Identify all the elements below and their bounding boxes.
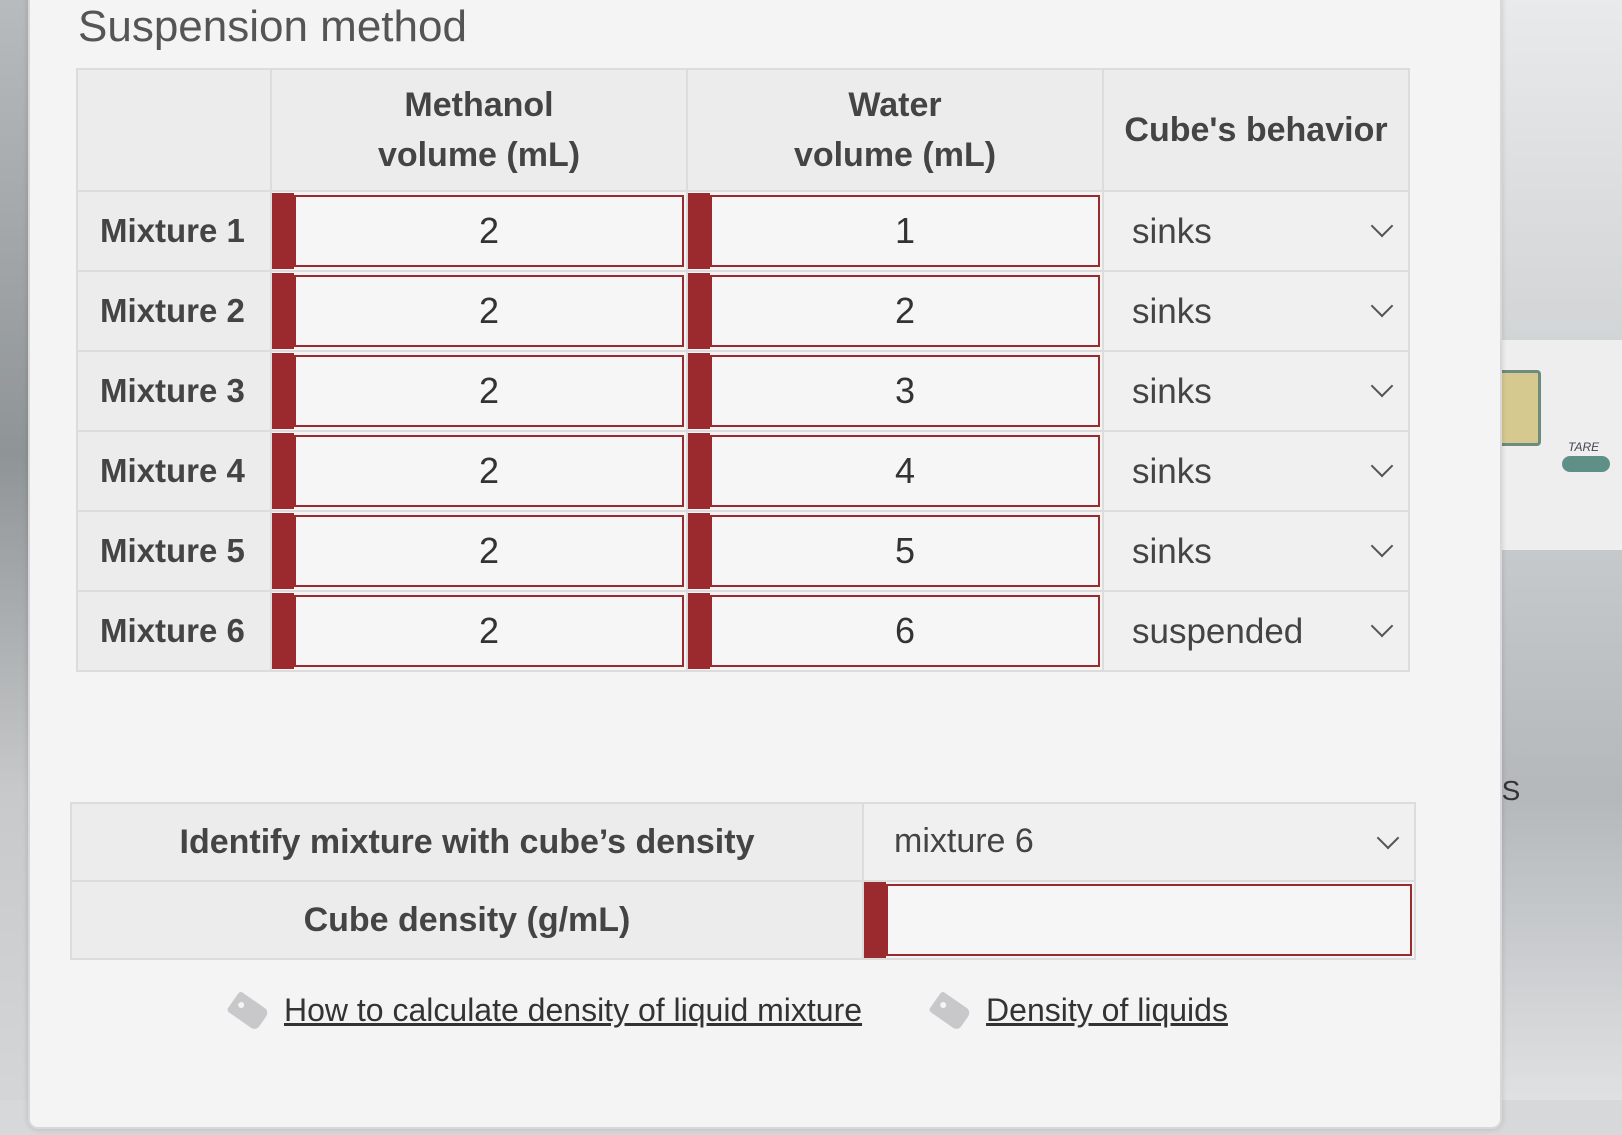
methanol-input[interactable]: 2 [294, 435, 684, 507]
input-marker [688, 513, 710, 589]
behavior-select[interactable]: suspended [1102, 590, 1410, 672]
methanol-cell: 2 [270, 430, 688, 512]
behavior-value: sinks [1132, 372, 1212, 411]
water-cell: 5 [686, 510, 1104, 592]
table-header-row: Methanol volume (mL) Water volume (mL) C… [76, 68, 1410, 192]
corner-header [76, 68, 272, 192]
methanol-header-line2: volume (mL) [377, 136, 581, 174]
water-input[interactable]: 5 [710, 515, 1100, 587]
water-input[interactable]: 4 [710, 435, 1100, 507]
behavior-value: sinks [1132, 452, 1212, 491]
behavior-select[interactable]: sinks [1102, 350, 1410, 432]
water-cell: 4 [686, 430, 1104, 512]
row-label: Mixture 2 [76, 270, 272, 352]
tare-label: TARE [1568, 440, 1600, 454]
input-marker [864, 882, 886, 958]
input-marker [688, 593, 710, 669]
water-input[interactable]: 3 [710, 355, 1100, 427]
input-marker [272, 513, 294, 589]
methanol-cell: 2 [270, 350, 688, 432]
table-row: Mixture 5 2 5 sinks [76, 510, 1410, 592]
row-label: Mixture 4 [76, 430, 272, 512]
input-marker [272, 353, 294, 429]
water-input[interactable]: 2 [710, 275, 1100, 347]
behavior-select[interactable]: sinks [1102, 430, 1410, 512]
methanol-cell: 2 [270, 590, 688, 672]
methanol-cell: 2 [270, 510, 688, 592]
input-marker [688, 193, 710, 269]
water-cell: 2 [686, 270, 1104, 352]
water-cell: 3 [686, 350, 1104, 432]
methanol-input[interactable]: 2 [294, 595, 684, 667]
water-cell: 6 [686, 590, 1104, 672]
water-cell: 1 [686, 190, 1104, 272]
input-marker [272, 273, 294, 349]
page-title: Suspension method [78, 2, 467, 51]
link-density-of-liquids[interactable]: Density of liquids [928, 990, 1228, 1031]
mixtures-table: Methanol volume (mL) Water volume (mL) C… [76, 68, 1410, 672]
input-marker [272, 193, 294, 269]
table-row: Mixture 3 2 3 sinks [76, 350, 1410, 432]
chevron-down-icon [1370, 214, 1394, 238]
row-label: Mixture 1 [76, 190, 272, 272]
methanol-header: Methanol volume (mL) [270, 68, 688, 192]
methanol-header-line1: Methanol [404, 86, 554, 124]
table-row: Mixture 2 2 2 sinks [76, 270, 1410, 352]
chevron-down-icon [1376, 826, 1400, 850]
water-header: Water volume (mL) [686, 68, 1104, 192]
tag-icon [226, 990, 270, 1031]
behavior-select[interactable]: sinks [1102, 190, 1410, 272]
water-header-line1: Water [848, 86, 942, 124]
methanol-input[interactable]: 2 [294, 275, 684, 347]
chevron-down-icon [1370, 454, 1394, 478]
link-density-of-mixture[interactable]: How to calculate density of liquid mixtu… [226, 990, 862, 1031]
identify-value: mixture 6 [894, 822, 1034, 860]
water-header-line2: volume (mL) [793, 136, 997, 174]
input-marker [272, 433, 294, 509]
table-row: Mixture 6 2 6 suspended [76, 590, 1410, 672]
density-cell [862, 880, 1416, 960]
behavior-value: sinks [1132, 212, 1212, 251]
water-input[interactable]: 1 [710, 195, 1100, 267]
input-marker [272, 593, 294, 669]
density-table: Identify mixture with cube’s density mix… [70, 802, 1416, 960]
chevron-down-icon [1370, 534, 1394, 558]
table-row: Mixture 4 2 4 sinks [76, 430, 1410, 512]
suspension-panel: Suspension method Methanol volume (mL) W… [28, 0, 1502, 1129]
tag-icon [928, 990, 972, 1031]
tare-button [1562, 456, 1610, 472]
behavior-select[interactable]: sinks [1102, 510, 1410, 592]
density-label: Cube density (g/mL) [70, 880, 864, 960]
water-input[interactable]: 6 [710, 595, 1100, 667]
identify-select[interactable]: mixture 6 [862, 802, 1416, 882]
chevron-down-icon [1370, 614, 1394, 638]
input-marker [688, 353, 710, 429]
behavior-value: sinks [1132, 292, 1212, 331]
methanol-cell: 2 [270, 270, 688, 352]
behavior-select[interactable]: sinks [1102, 270, 1410, 352]
link-label[interactable]: Density of liquids [986, 992, 1228, 1029]
input-marker [688, 433, 710, 509]
table-row: Mixture 1 2 1 sinks [76, 190, 1410, 272]
chevron-down-icon [1370, 294, 1394, 318]
methanol-input[interactable]: 2 [294, 195, 684, 267]
chevron-down-icon [1370, 374, 1394, 398]
identify-label: Identify mixture with cube’s density [70, 802, 864, 882]
behavior-value: suspended [1132, 612, 1304, 651]
methanol-input[interactable]: 2 [294, 355, 684, 427]
link-label[interactable]: How to calculate density of liquid mixtu… [284, 992, 862, 1029]
behavior-value: sinks [1132, 532, 1212, 571]
behavior-header: Cube's behavior [1102, 68, 1410, 192]
row-label: Mixture 3 [76, 350, 272, 432]
identify-row: Identify mixture with cube’s density mix… [70, 802, 1416, 882]
input-marker [688, 273, 710, 349]
density-row: Cube density (g/mL) [70, 880, 1416, 960]
row-label: Mixture 6 [76, 590, 272, 672]
help-links: How to calculate density of liquid mixtu… [226, 990, 1228, 1031]
methanol-input[interactable]: 2 [294, 515, 684, 587]
methanol-cell: 2 [270, 190, 688, 272]
row-label: Mixture 5 [76, 510, 272, 592]
density-input[interactable] [886, 884, 1412, 956]
